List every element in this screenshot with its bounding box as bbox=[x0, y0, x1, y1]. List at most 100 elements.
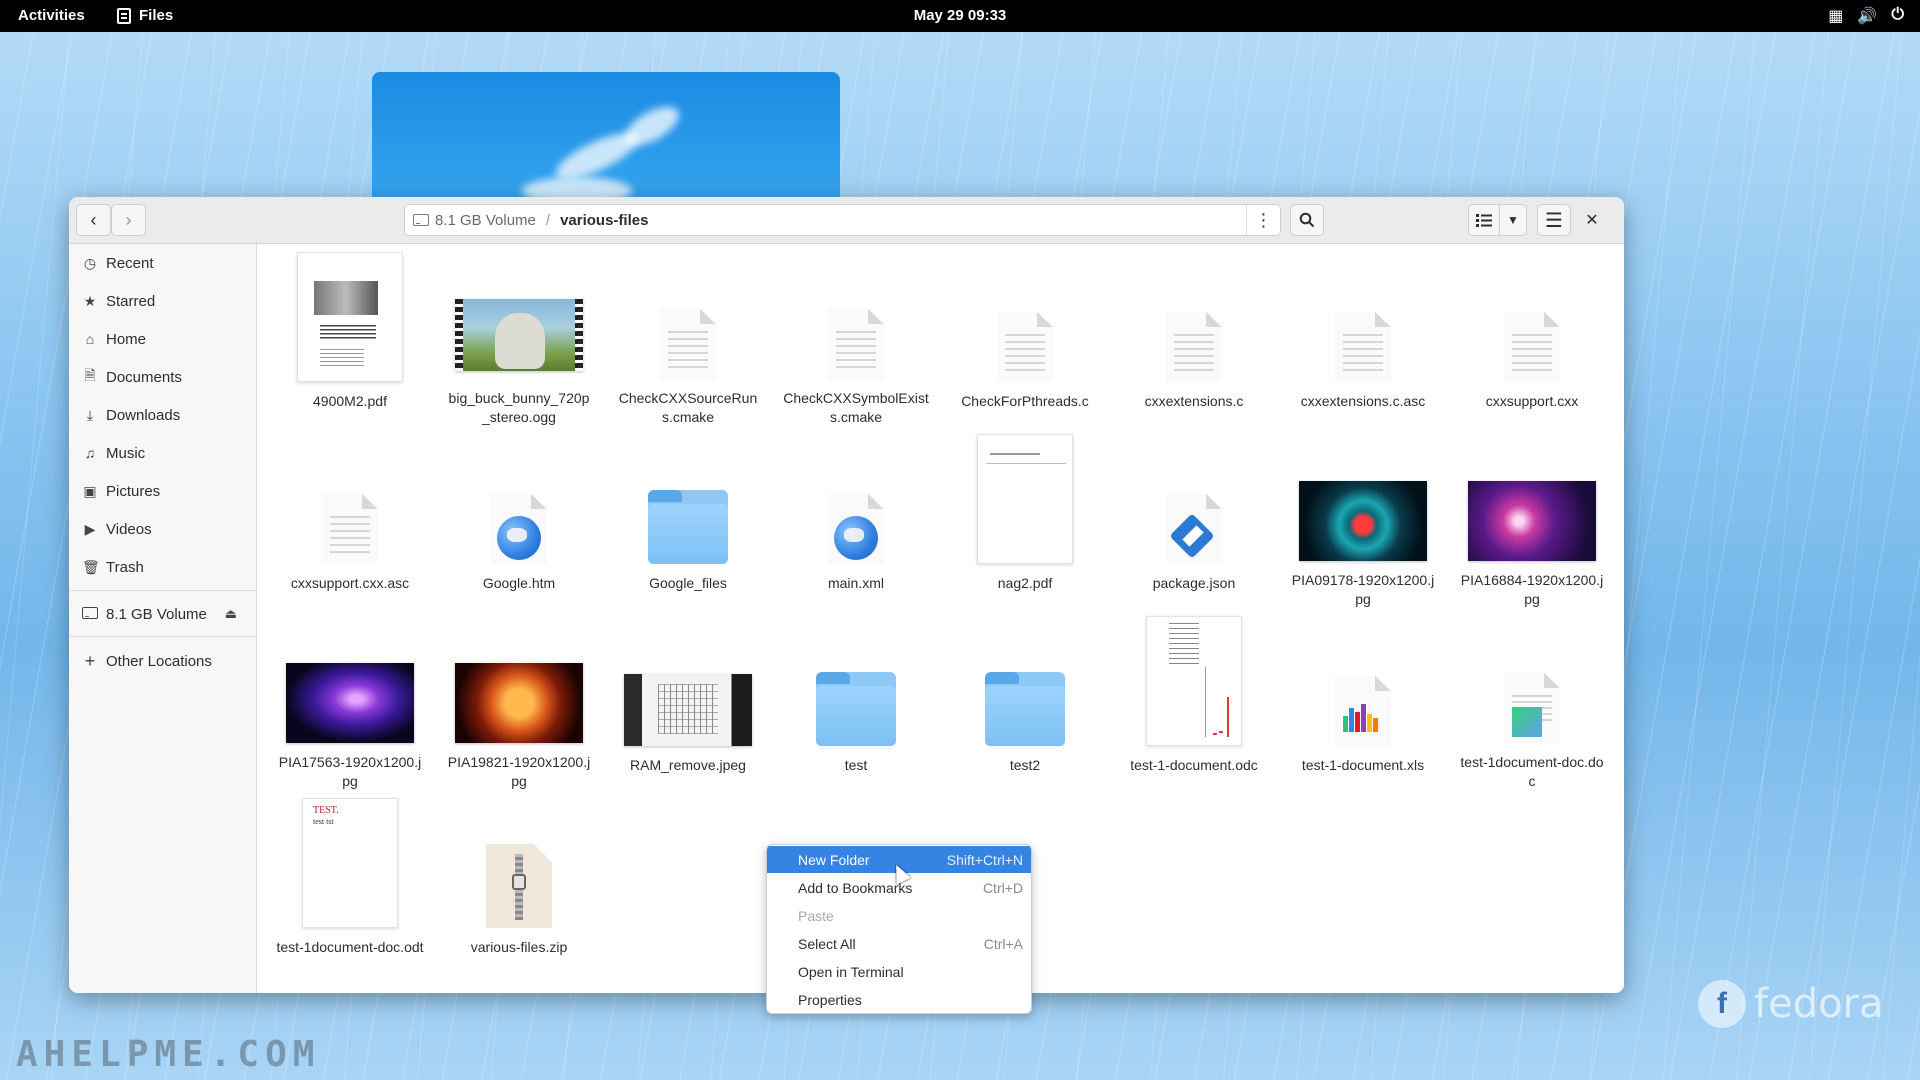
forward-button[interactable]: › bbox=[111, 204, 146, 236]
file-item[interactable]: test-1document-doc.doc bbox=[1457, 616, 1607, 791]
sidebar-item-starred[interactable]: ★ Starred bbox=[69, 284, 257, 318]
folder-menu-button[interactable]: ⋮ bbox=[1246, 205, 1280, 235]
volume-icon[interactable]: 🔊 bbox=[1857, 6, 1877, 26]
star-icon: ★ bbox=[83, 292, 97, 309]
vertical-dots-icon: ⋮ bbox=[1254, 209, 1273, 230]
sidebar-item-volume[interactable]: 8.1 GB Volume ⏏ bbox=[69, 597, 257, 631]
menu-item-open-in-terminal[interactable]: Open in Terminal bbox=[767, 958, 1031, 985]
power-icon[interactable]: ⏻ bbox=[1891, 6, 1904, 26]
video-icon: ▶ bbox=[84, 520, 96, 537]
file-item[interactable]: package.json bbox=[1119, 434, 1269, 609]
file-item[interactable]: various-files.zip bbox=[444, 798, 594, 973]
sidebar-item-documents[interactable]: 🗎 Documents bbox=[69, 360, 257, 394]
top-bar: Activities Files May 29 09:33 ▦ 🔊 ⏻ bbox=[0, 0, 1920, 32]
menu-item-label: Paste bbox=[798, 907, 834, 924]
file-name: cxxextensions.c bbox=[1144, 393, 1244, 409]
back-button[interactable]: ‹ bbox=[76, 204, 111, 236]
file-item[interactable]: big_buck_bunny_720p_stereo.ogg bbox=[444, 252, 594, 427]
close-button[interactable]: ✕ bbox=[1578, 206, 1606, 234]
view-options-button[interactable]: ▼ bbox=[1499, 204, 1527, 236]
network-icon[interactable]: ▦ bbox=[1828, 6, 1843, 26]
file-item[interactable]: test2 bbox=[950, 616, 1100, 791]
chevron-left-icon: ‹ bbox=[90, 209, 97, 230]
file-name: CheckForPthreads.c bbox=[961, 393, 1089, 409]
odt-thumb-line: test tst bbox=[313, 817, 334, 826]
hamburger-icon: ☰ bbox=[1545, 209, 1563, 232]
file-item[interactable]: nag2.pdf bbox=[950, 434, 1100, 609]
file-item[interactable]: test-1-document.odc bbox=[1119, 616, 1269, 791]
sidebar-item-other-locations[interactable]: + Other Locations bbox=[69, 644, 257, 678]
sidebar-item-downloads[interactable]: ⤓ Downloads bbox=[69, 398, 257, 432]
odt-thumbnail: TEST. test tst bbox=[302, 798, 398, 928]
plus-icon: + bbox=[84, 650, 96, 671]
file-item[interactable]: PIA09178-1920x1200.jpg bbox=[1288, 434, 1438, 609]
sidebar-item-label: Other Locations bbox=[106, 652, 212, 670]
text-file-icon bbox=[997, 312, 1053, 382]
file-item[interactable]: PIA19821-1920x1200.jpg bbox=[444, 616, 594, 791]
file-item[interactable]: cxxsupport.cxx bbox=[1457, 252, 1607, 427]
sidebar-item-pictures[interactable]: ▣ Pictures bbox=[69, 474, 257, 508]
menu-item-label: Open in Terminal bbox=[798, 963, 904, 980]
sidebar-item-music[interactable]: ♫ Music bbox=[69, 436, 257, 470]
text-file-icon bbox=[660, 309, 716, 379]
sidebar-item-label: Videos bbox=[106, 520, 152, 538]
watermark: AHELPME.COM bbox=[16, 1034, 321, 1075]
menu-item-paste[interactable]: Paste bbox=[767, 902, 1031, 929]
system-tray[interactable]: ▦ 🔊 ⏻ bbox=[1828, 6, 1904, 26]
file-item[interactable]: CheckCXXSourceRuns.cmake bbox=[613, 252, 763, 427]
text-file-icon bbox=[1504, 312, 1560, 382]
globe-icon bbox=[497, 516, 541, 560]
menu-item-select-all[interactable]: Select All Ctrl+A bbox=[767, 930, 1031, 957]
sidebar-item-home[interactable]: ⌂ Home bbox=[69, 322, 257, 356]
breadcrumb-current-folder[interactable]: various-files bbox=[560, 212, 648, 229]
file-item[interactable]: Google_files bbox=[613, 434, 763, 609]
activities-button[interactable]: Activities bbox=[18, 7, 85, 24]
file-item[interactable]: 4900M2.pdf bbox=[275, 252, 425, 427]
file-item[interactable]: CheckForPthreads.c bbox=[950, 252, 1100, 427]
breadcrumb-volume[interactable]: 8.1 GB Volume bbox=[413, 212, 536, 229]
sidebar-item-trash[interactable]: 🗑 Trash bbox=[69, 550, 257, 584]
fedora-wordmark: fedora bbox=[1754, 981, 1884, 1027]
file-name: test-1-document.odc bbox=[1130, 757, 1258, 773]
file-name: RAM_remove.jpeg bbox=[630, 757, 746, 773]
file-item[interactable]: cxxextensions.c bbox=[1119, 252, 1269, 427]
file-item[interactable]: cxxsupport.cxx.asc bbox=[275, 434, 425, 609]
image-thumbnail bbox=[286, 663, 414, 743]
file-item[interactable]: test bbox=[781, 616, 931, 791]
text-file-icon bbox=[828, 309, 884, 379]
file-item[interactable]: test-1-document.xls bbox=[1288, 616, 1438, 791]
document-file-icon bbox=[1504, 673, 1560, 743]
eject-icon[interactable]: ⏏ bbox=[225, 606, 237, 622]
file-item[interactable]: CheckCXXSymbolExists.cmake bbox=[781, 252, 931, 427]
sidebar-item-label: Recent bbox=[106, 254, 154, 272]
file-item[interactable]: PIA16884-1920x1200.jpg bbox=[1457, 434, 1607, 609]
file-name: test-1document-doc.doc bbox=[1460, 754, 1604, 789]
file-item[interactable]: TEST. test tst test-1document-doc.odt bbox=[275, 798, 425, 973]
file-item[interactable]: cxxextensions.c.asc bbox=[1288, 252, 1438, 427]
image-thumbnail bbox=[1468, 481, 1596, 561]
file-name: cxxextensions.c.asc bbox=[1300, 393, 1426, 409]
main-menu-button[interactable]: ☰ bbox=[1537, 204, 1571, 236]
picture-icon: ▣ bbox=[83, 482, 97, 499]
odc-thumbnail bbox=[1146, 616, 1242, 746]
sidebar-item-label: Home bbox=[106, 330, 147, 348]
sidebar-item-label: Documents bbox=[106, 368, 182, 386]
file-name: CheckCXXSourceRuns.cmake bbox=[618, 390, 758, 425]
sidebar-item-recent[interactable]: ◷ Recent bbox=[69, 246, 257, 280]
file-item[interactable]: RAM_remove.jpeg bbox=[613, 616, 763, 791]
app-menu[interactable]: Files bbox=[117, 7, 173, 24]
document-icon: 🗎 bbox=[84, 367, 96, 383]
list-view-button[interactable] bbox=[1468, 204, 1500, 236]
file-item[interactable]: main.xml bbox=[781, 434, 931, 609]
search-button[interactable] bbox=[1290, 204, 1324, 236]
menu-item-properties[interactable]: Properties bbox=[767, 986, 1031, 1013]
clock[interactable]: May 29 09:33 bbox=[914, 7, 1007, 24]
sidebar-item-videos[interactable]: ▶ Videos bbox=[69, 512, 257, 546]
html-file-icon bbox=[491, 494, 547, 564]
odt-thumb-line: TEST. bbox=[313, 805, 339, 816]
file-item[interactable]: Google.htm bbox=[444, 434, 594, 609]
file-item[interactable]: PIA17563-1920x1200.jpg bbox=[275, 616, 425, 791]
text-file-icon bbox=[1166, 312, 1222, 382]
fedora-logo: f fedora bbox=[1698, 980, 1884, 1028]
folder-icon bbox=[648, 490, 728, 564]
